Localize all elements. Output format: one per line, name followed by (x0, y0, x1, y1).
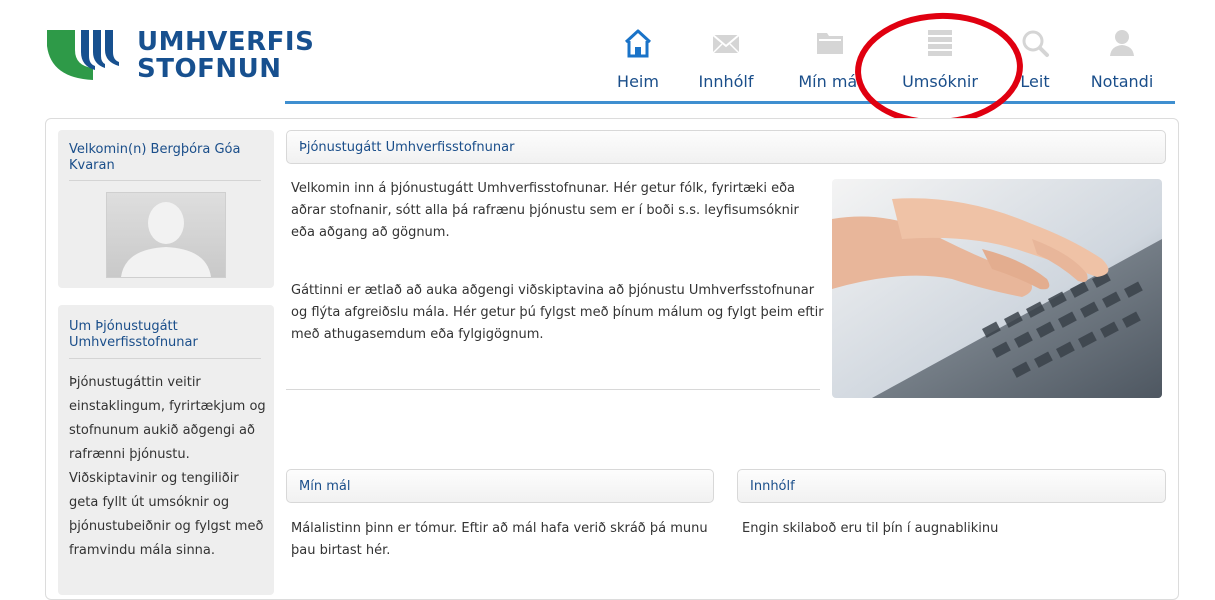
umhverfisstofnun-logo[interactable]: UMHVERFIS STOFNUN (45, 26, 314, 86)
about-title: Um Þjónustugátt Umhverfisstofnunar (69, 319, 198, 350)
nav-label-heim: Heim (617, 72, 659, 91)
avatar-silhouette-icon (121, 202, 211, 277)
nav-item-innholf[interactable]: Innhólf (690, 26, 762, 91)
about-text: Þjónustugáttin veitir einstaklingum, fyr… (69, 375, 266, 558)
keyboard-typing-photo (832, 179, 1162, 398)
nav-underline (285, 101, 1175, 104)
nav-label-innholf: Innhólf (698, 72, 754, 91)
nav-item-heim[interactable]: Heim (608, 26, 668, 91)
main-title: Þjónustugátt Umhverfisstofnunar (299, 140, 515, 155)
logo-line2: STOFNUN (137, 54, 282, 84)
envelope-icon (712, 34, 740, 54)
user-icon (1110, 30, 1134, 56)
divider (286, 389, 820, 390)
intro-text-2: Gáttinni er ætlað að auka aðgengi viðski… (291, 283, 824, 342)
folder-icon (817, 33, 843, 54)
cases-text: Málalistinn þinn er tómur. Eftir að mál … (291, 521, 708, 558)
intro-text: Velkomin inn á þjónustugátt Umhverfissto… (291, 181, 799, 240)
welcome-box: Velkomin(n) Bergþóra Góa Kvaran (58, 130, 274, 288)
nav-item-notandi[interactable]: Notandi (1082, 26, 1162, 91)
inbox-title: Innhólf (750, 479, 795, 494)
divider (69, 180, 261, 181)
search-icon (1022, 30, 1049, 57)
nav-label-notandi: Notandi (1090, 72, 1154, 91)
logo-text: UMHVERFIS STOFNUN (137, 29, 314, 83)
cases-panel-header: Mín mál (286, 469, 714, 503)
logo-mark-icon (47, 30, 119, 80)
welcome-text: Velkomin(n) Bergþóra Góa Kvaran (69, 142, 241, 173)
main-panel-header: Þjónustugátt Umhverfisstofnunar (286, 130, 1166, 164)
about-box: Um Þjónustugátt Umhverfisstofnunar Þjónu… (58, 305, 274, 595)
cases-title: Mín mál (299, 479, 351, 494)
inbox-text: Engin skilaboð eru til þín í augnablikin… (742, 521, 999, 536)
home-icon (624, 29, 652, 58)
inbox-panel-header: Innhólf (737, 469, 1166, 503)
avatar[interactable] (106, 192, 226, 278)
divider (69, 358, 261, 359)
keyboard-photo-image (832, 179, 1162, 398)
logo-line1: UMHVERFIS (137, 27, 315, 57)
